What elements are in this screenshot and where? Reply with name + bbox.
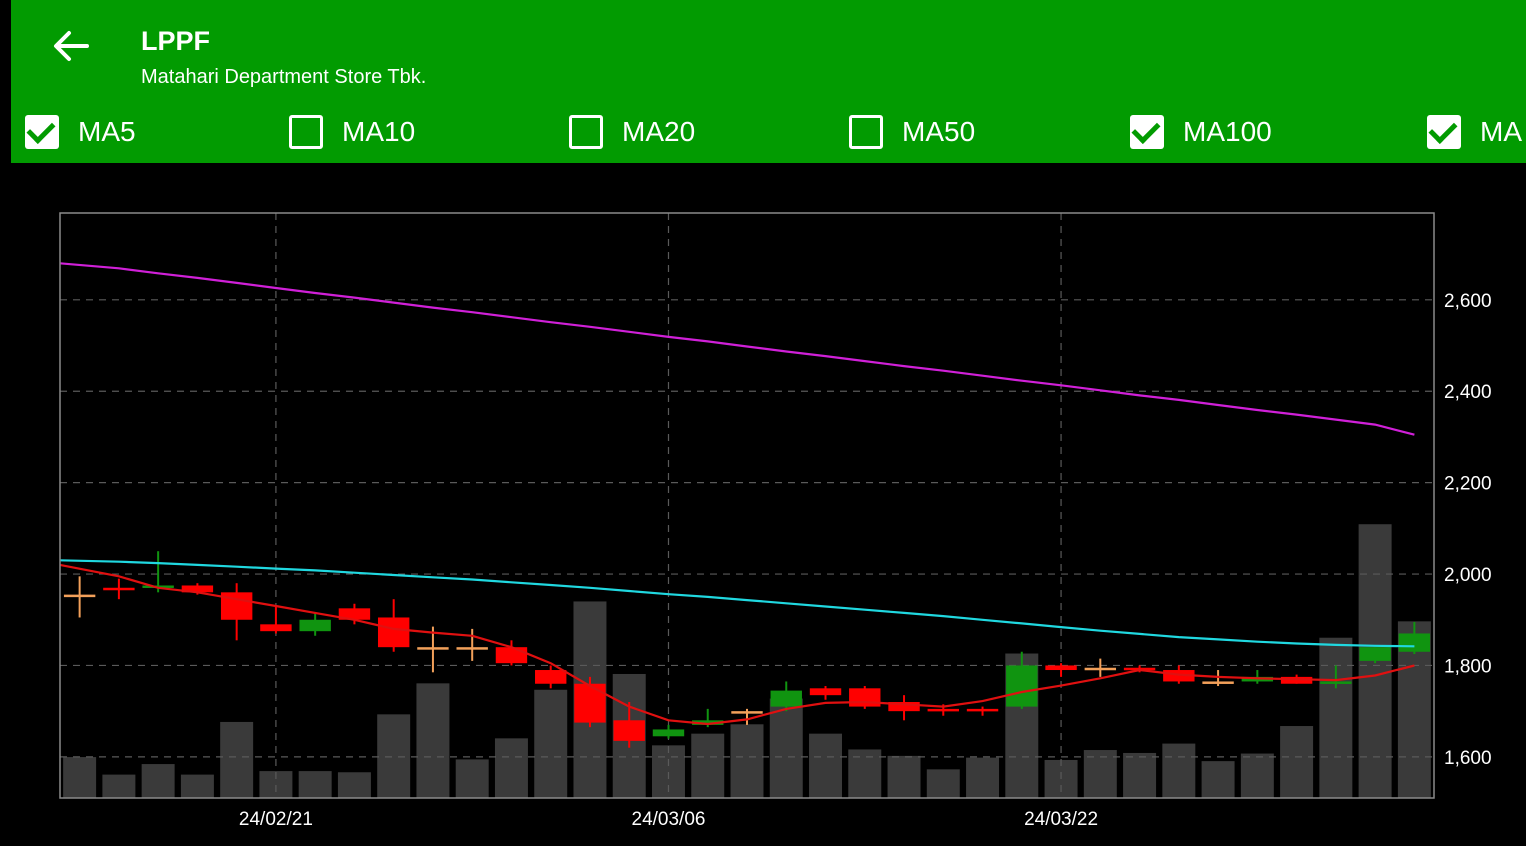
volume-bar [769,698,803,798]
ma10-checkbox[interactable] [289,115,323,149]
candle-body [1202,681,1234,684]
ma50-label: MA50 [902,116,976,147]
ma20-label: MA20 [622,116,696,147]
stock-ticker: LPPF [141,26,211,56]
volume-bar [691,733,725,798]
ma10-toggle[interactable]: MA10 [289,107,415,157]
volume-bar [337,772,371,798]
y-tick-label: 1,800 [1444,656,1492,677]
ma-extra-checkbox[interactable] [1427,115,1461,149]
ma50-checkbox[interactable] [849,115,883,149]
ma100-checkbox[interactable] [1130,115,1164,149]
volume-bar [455,759,489,798]
candle-body [260,624,292,632]
ma-extra-label: MA [1480,116,1522,147]
app-header: LPPF Matahari Department Store Tbk. MA5 … [11,0,1526,163]
ma-toggle-row: MA5 MA10 MA20 MA50 MA100 MA [11,107,1526,157]
volume-bar [141,764,175,798]
candle-body [417,647,449,650]
volume-bar [926,769,960,798]
candle-body [1045,665,1077,671]
ma20-toggle[interactable]: MA20 [569,107,695,157]
ma-extra-toggle[interactable]: MA [1427,107,1522,157]
ma100-toggle[interactable]: MA100 [1130,107,1272,157]
x-tick-label: 24/03/06 [632,809,706,830]
ma5-checkbox[interactable] [25,115,59,149]
candle-body [456,647,488,650]
candle-body [770,690,802,707]
x-tick-label: 24/03/22 [1024,809,1098,830]
volume-bar [220,721,254,798]
volume-bar [377,714,411,798]
candle-body [849,688,881,707]
ma10-label: MA10 [342,116,416,147]
candle-body [1006,665,1038,707]
volume-bar [1280,726,1314,798]
company-name: Matahari Department Store Tbk. [141,66,427,88]
ma50-toggle[interactable]: MA50 [849,107,975,157]
candle-body [1359,647,1391,661]
ma-long-line [59,262,1415,436]
candle-body [535,670,567,684]
ma5-toggle[interactable]: MA5 [25,107,136,157]
candle-body [299,619,331,632]
volume-bar [1123,752,1157,798]
candle-body [731,711,763,714]
ma5-label: MA5 [78,116,136,147]
candle-body [495,647,528,664]
ma20-checkbox[interactable] [569,115,603,149]
candlestick-chart[interactable]: 1,600 1,800 2,000 2,200 2,400 2,600 24/02/21 24… [0,163,1526,846]
y-tick-label: 2,200 [1444,474,1492,495]
volume-bar [809,733,843,798]
candle-body [966,708,999,712]
candle-body [652,729,685,737]
ma100-label: MA100 [1183,116,1272,147]
back-button[interactable] [51,26,91,66]
volume-bar [298,771,332,798]
volume-bar [1201,761,1235,798]
volume-bar [63,757,97,798]
candle-body [63,594,96,598]
candle-body [1398,633,1431,652]
candle-body [377,617,410,648]
arrow-left-icon [54,31,89,61]
volume-bar [102,774,136,798]
y-tick-label: 2,000 [1444,565,1492,586]
candle-body [613,720,645,741]
candle-body [103,587,135,591]
volume-bar [730,724,764,798]
volume-bar [1319,637,1353,798]
volume-bar [966,757,1000,798]
volume-bar [1240,753,1274,798]
volume-bar [1162,743,1196,798]
x-tick-label: 24/02/21 [239,809,313,830]
volume-bar [416,683,450,798]
ma5-line [59,563,1415,726]
volume-bar [180,774,214,798]
volume-bar [494,738,528,798]
candle-body [1320,681,1352,684]
candle-body [927,708,959,712]
volume-bar [887,755,921,798]
candle-body [574,683,606,723]
candle-body [1084,667,1117,671]
candle-body [809,688,842,696]
y-tick-label: 1,600 [1444,748,1492,769]
y-tick-label: 2,400 [1444,382,1492,403]
y-tick-label: 2,600 [1444,291,1492,312]
volume-bar [534,689,568,798]
